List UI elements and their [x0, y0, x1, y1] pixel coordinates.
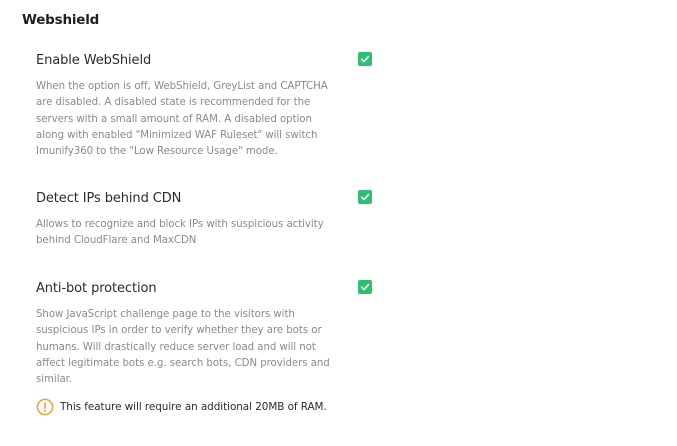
checkmark-icon [360, 55, 370, 63]
ram-notice: This feature will require an additional … [36, 398, 327, 416]
setting-description: Allows to recognize and block IPs with s… [36, 219, 324, 247]
checkmark-icon [360, 193, 370, 201]
anti-bot-protection-checkbox[interactable] [358, 280, 372, 294]
webshield-section-title: Webshield [22, 12, 100, 28]
notice-text: This feature will require an additional … [60, 401, 327, 413]
detect-ips-behind-cdn-checkbox[interactable] [358, 190, 372, 204]
setting-description: Show JavaScript challenge page to the vi… [36, 309, 330, 386]
info-icon [36, 398, 54, 416]
setting-description: When the option is off, WebShield, GreyL… [36, 81, 328, 158]
setting-label: Enable WebShield [36, 53, 152, 68]
enable-webshield-checkbox[interactable] [358, 52, 372, 66]
setting-label: Anti-bot protection [36, 281, 157, 296]
setting-label: Detect IPs behind CDN [36, 191, 182, 206]
checkmark-icon [360, 283, 370, 291]
